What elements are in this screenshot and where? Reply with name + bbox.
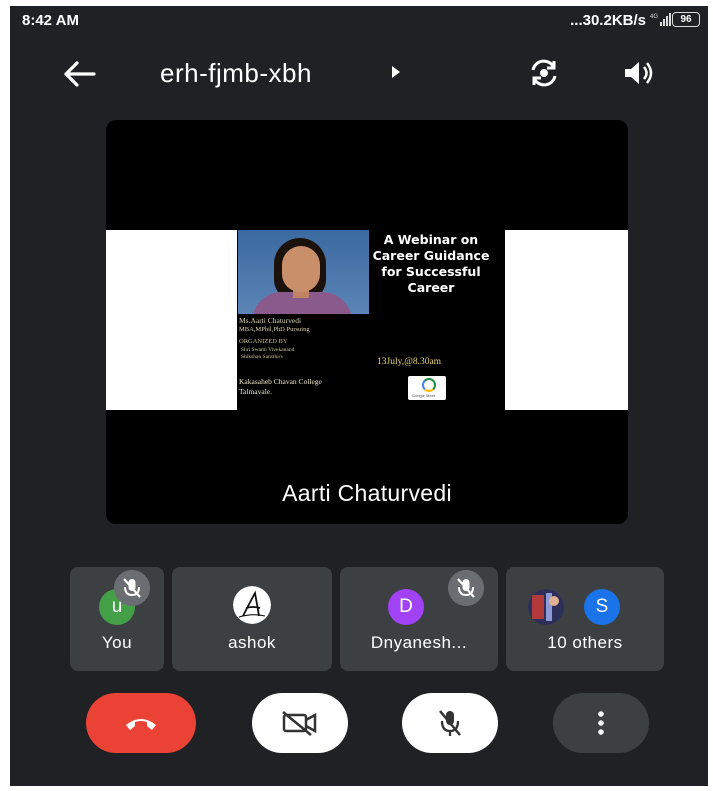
avatar: S <box>584 589 620 625</box>
screen-share-margin-left <box>106 230 238 410</box>
poster-org-line2: Shikshan Sanstha's <box>241 354 283 360</box>
participant-name: 10 others <box>547 633 623 652</box>
screen-share-margin-right <box>504 230 628 410</box>
meeting-code[interactable]: erh-fjmb-xbh <box>160 58 312 89</box>
poster-org-line1: Shri Swami Vivekanand <box>241 347 295 353</box>
network-speed: ...30.2KB/s <box>570 12 646 29</box>
camera-off-icon <box>282 711 317 736</box>
mic-off-icon <box>439 710 461 736</box>
poster-place: Talmavale. <box>239 387 272 396</box>
camera-toggle-button[interactable] <box>252 693 348 753</box>
mic-toggle-button[interactable] <box>402 693 498 753</box>
avatar-initial: D <box>399 596 413 617</box>
switch-camera-icon[interactable] <box>527 56 561 90</box>
poster-speaker-name: Ms.Aarti Chaturvedi <box>239 316 302 325</box>
more-options-button[interactable] <box>553 693 649 753</box>
battery-icon: 96 <box>672 12 700 27</box>
main-video-tile[interactable]: A Webinar on Career Guidance for Success… <box>106 120 628 524</box>
participant-tile-you[interactable]: u You <box>70 567 164 671</box>
meet-call-screen: 8:42 AM ...30.2KB/s 4G 96 erh-fjmb-xbh A… <box>10 6 708 786</box>
participant-tile-others[interactable]: S 10 others <box>506 567 664 671</box>
poster-college: Kakasaheb Chavan College <box>239 377 322 386</box>
back-arrow-icon[interactable] <box>62 58 98 90</box>
participant-tile-ashok[interactable]: ashok <box>172 567 332 671</box>
mic-off-icon <box>114 570 150 606</box>
end-call-button[interactable] <box>86 693 196 753</box>
network-type: 4G <box>650 14 658 20</box>
play-arrow-icon[interactable] <box>392 66 400 78</box>
mic-off-icon <box>448 570 484 606</box>
end-call-icon <box>126 719 156 730</box>
poster-organized-by: ORGANIZED BY <box>239 338 288 345</box>
google-meet-logo: Google Meet <box>408 376 446 400</box>
avatar: D <box>388 589 424 625</box>
poster-date: 13July,@8.30am <box>377 357 442 367</box>
webinar-poster: A Webinar on Career Guidance for Success… <box>237 230 505 410</box>
meet-logo-text: Google Meet <box>412 393 435 398</box>
more-options-icon <box>598 711 604 735</box>
avatar <box>233 586 271 624</box>
avatar-initial: S <box>595 596 609 617</box>
poster-title: A Webinar on Career Guidance for Success… <box>372 232 490 295</box>
participant-name: You <box>101 633 133 652</box>
avatar-photo <box>528 589 564 625</box>
speaker-photo <box>238 230 369 314</box>
participant-name: Dnyanesh... <box>370 633 468 652</box>
speaker-icon[interactable] <box>622 58 656 88</box>
poster-speaker-degree: MBA,MPhil,PhD Pursuing <box>239 326 310 333</box>
presenter-name: Aarti Chaturvedi <box>282 480 452 506</box>
signal-icon: 4G <box>650 13 671 26</box>
status-time: 8:42 AM <box>22 12 79 29</box>
participant-tile-dnyanesh[interactable]: D Dnyanesh... <box>340 567 498 671</box>
participant-name: ashok <box>228 633 276 652</box>
